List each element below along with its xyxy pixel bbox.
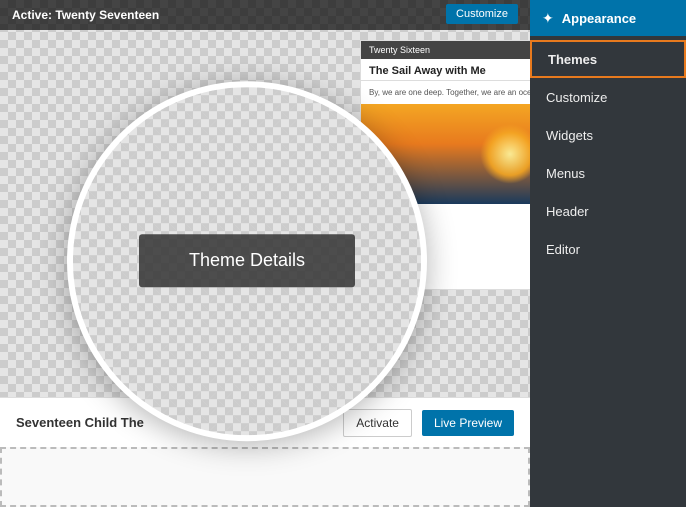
- theme-header-bar: Active: Twenty Seventeen Customize: [0, 0, 530, 30]
- sidebar-item-header[interactable]: Header: [530, 192, 686, 230]
- sidebar-item-customize[interactable]: Customize: [530, 78, 686, 116]
- sidebar-item-widgets[interactable]: Widgets: [530, 116, 686, 154]
- preview-card-tagline: The Sail Away with Me: [361, 59, 530, 81]
- sidebar-item-editor[interactable]: Editor: [530, 230, 686, 268]
- circle-magnifier: Theme Details: [67, 81, 427, 441]
- customize-button[interactable]: Customize: [446, 4, 518, 24]
- live-preview-button[interactable]: Live Preview: [422, 410, 514, 436]
- appearance-icon: ✦: [542, 10, 554, 27]
- preview-card-body: By, we are one deep. Together, we are an…: [361, 81, 530, 104]
- main-content: Active: Twenty Seventeen Customize Twent…: [0, 0, 530, 507]
- sun-glow: [480, 124, 530, 184]
- theme-title-text: Active: Twenty Seventeen: [12, 8, 159, 22]
- circle-inner: Theme Details: [73, 87, 421, 435]
- appearance-sidebar: ✦ Appearance Themes Customize Widgets Me…: [530, 0, 686, 507]
- theme-details-button[interactable]: Theme Details: [139, 234, 355, 287]
- sidebar-item-themes[interactable]: Themes: [530, 40, 686, 78]
- dashed-bottom-area: [0, 447, 530, 507]
- activate-button[interactable]: Activate: [343, 409, 412, 437]
- preview-site-title: Twenty Sixteen: [369, 45, 430, 55]
- sidebar-menu-items: Themes Customize Widgets Menus Header Ed…: [530, 36, 686, 272]
- preview-card-header: Twenty Sixteen: [361, 41, 530, 59]
- sidebar-item-menus[interactable]: Menus: [530, 154, 686, 192]
- sidebar-header: ✦ Appearance: [530, 0, 686, 36]
- sidebar-header-text: Appearance: [562, 11, 636, 26]
